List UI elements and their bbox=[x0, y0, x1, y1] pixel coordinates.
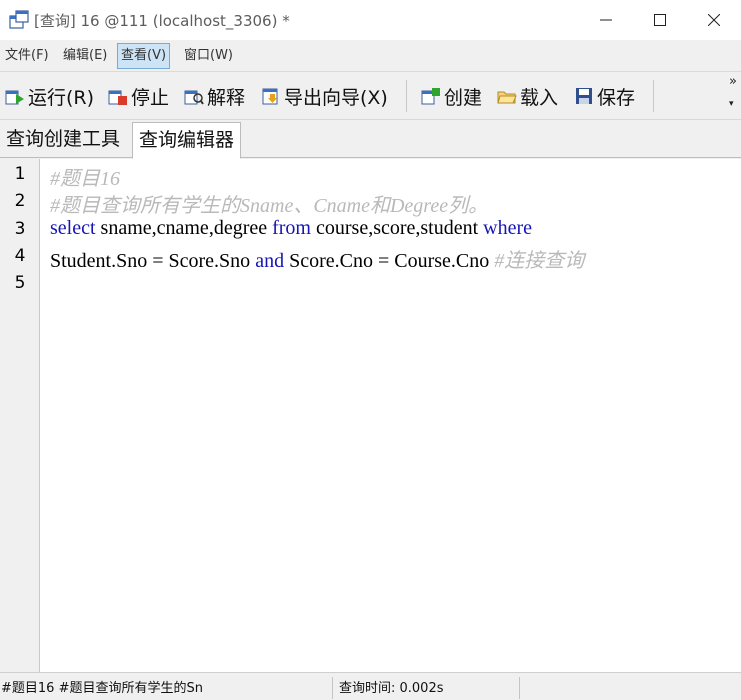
run-icon bbox=[5, 86, 25, 106]
toolbar-dropdown-icon[interactable]: ▾ bbox=[729, 98, 734, 110]
create-icon bbox=[421, 86, 441, 106]
load-button[interactable]: 载入 bbox=[497, 83, 558, 109]
code-line-3: select sname,cname,degree from course,sc… bbox=[50, 217, 532, 240]
sql-keyword: where bbox=[483, 217, 533, 239]
line-number: 5 bbox=[14, 273, 26, 293]
save-icon bbox=[574, 86, 594, 106]
app-window: [查询] 16 @111 (localhost_3306) * 文件(F) 编辑… bbox=[0, 0, 741, 700]
maximize-button[interactable] bbox=[633, 0, 687, 40]
sql-keyword: select bbox=[50, 217, 96, 239]
window-title: [查询] 16 @111 (localhost_3306) * bbox=[34, 11, 290, 30]
close-button[interactable] bbox=[687, 0, 741, 40]
line-number-gutter: 1 2 3 4 5 bbox=[0, 159, 40, 672]
title-bar: [查询] 16 @111 (localhost_3306) * bbox=[0, 0, 741, 40]
line-number: 3 bbox=[14, 219, 26, 239]
toolbar: 运行(R) 停止 解释 导出向导(X) 创建 载入 保存 » ▾ bbox=[0, 72, 741, 120]
sql-keyword: and bbox=[255, 250, 285, 272]
explain-icon bbox=[184, 86, 204, 106]
menu-view[interactable]: 查看(V) bbox=[117, 43, 171, 69]
status-query-time: 查询时间: 0.002s bbox=[339, 681, 444, 696]
sql-comment: #题目16 bbox=[50, 168, 120, 190]
toolbar-separator bbox=[653, 80, 654, 112]
explain-label: 解释 bbox=[207, 86, 246, 109]
sql-text: course,score,student bbox=[311, 217, 484, 239]
status-bar: #题目16 #题目查询所有学生的Sn 查询时间: 0.002s bbox=[0, 672, 741, 700]
status-sql-preview: #题目16 #题目查询所有学生的Sn bbox=[1, 681, 203, 696]
line-number: 2 bbox=[14, 191, 26, 211]
create-button[interactable]: 创建 bbox=[421, 83, 482, 109]
toolbar-separator bbox=[406, 80, 407, 112]
menu-edit[interactable]: 编辑(E) bbox=[60, 43, 110, 69]
export-wizard-button[interactable]: 导出向导(X) bbox=[261, 83, 388, 109]
tab-query-builder[interactable]: 查询创建工具 bbox=[0, 122, 126, 158]
save-button[interactable]: 保存 bbox=[574, 83, 635, 109]
export-icon bbox=[261, 86, 281, 106]
save-label: 保存 bbox=[597, 86, 636, 109]
query-window-icon bbox=[8, 10, 30, 30]
create-label: 创建 bbox=[444, 86, 483, 109]
tab-strip: 查询创建工具 查询编辑器 bbox=[0, 120, 741, 159]
status-separator bbox=[332, 677, 333, 699]
menu-bar: 文件(F) 编辑(E) 查看(V) 窗口(W) bbox=[0, 40, 741, 72]
sql-editor[interactable]: 1 2 3 4 5 #题目16 #题目查询所有学生的Sname、Cname和De… bbox=[0, 159, 741, 672]
maximize-icon bbox=[654, 14, 666, 26]
menu-file[interactable]: 文件(F) bbox=[2, 43, 52, 69]
tab-query-editor[interactable]: 查询编辑器 bbox=[132, 122, 242, 159]
status-separator bbox=[519, 677, 520, 699]
load-label: 载入 bbox=[520, 86, 559, 109]
stop-icon bbox=[108, 86, 128, 106]
sql-text: Score.Cno = Course.Cno bbox=[284, 250, 495, 272]
stop-label: 停止 bbox=[131, 86, 170, 109]
line-number: 1 bbox=[14, 164, 26, 184]
close-icon bbox=[708, 14, 720, 26]
sql-text: Student.Sno = Score.Sno bbox=[50, 250, 256, 272]
export-label: 导出向导(X) bbox=[284, 86, 388, 109]
minimize-button[interactable] bbox=[579, 0, 633, 40]
sql-text: sname,cname,degree bbox=[95, 217, 273, 239]
run-button[interactable]: 运行(R) bbox=[5, 83, 94, 109]
menu-window[interactable]: 窗口(W) bbox=[181, 43, 236, 69]
line-number: 4 bbox=[14, 246, 26, 266]
sql-comment: #题目查询所有学生的Sname、Cname和Degree列。 bbox=[50, 195, 489, 217]
sql-comment: #连接查询 bbox=[494, 250, 585, 272]
stop-button[interactable]: 停止 bbox=[108, 83, 169, 109]
sql-keyword: from bbox=[272, 217, 311, 239]
run-label: 运行(R) bbox=[28, 86, 95, 109]
code-line-4: Student.Sno = Score.Sno and Score.Cno = … bbox=[50, 244, 584, 273]
toolbar-overflow-icon[interactable]: » bbox=[729, 75, 737, 88]
folder-icon bbox=[497, 86, 517, 106]
code-line-2: #题目查询所有学生的Sname、Cname和Degree列。 bbox=[50, 189, 488, 218]
explain-button[interactable]: 解释 bbox=[184, 83, 245, 109]
minimize-icon bbox=[600, 19, 612, 21]
code-line-1: #题目16 bbox=[50, 162, 120, 191]
